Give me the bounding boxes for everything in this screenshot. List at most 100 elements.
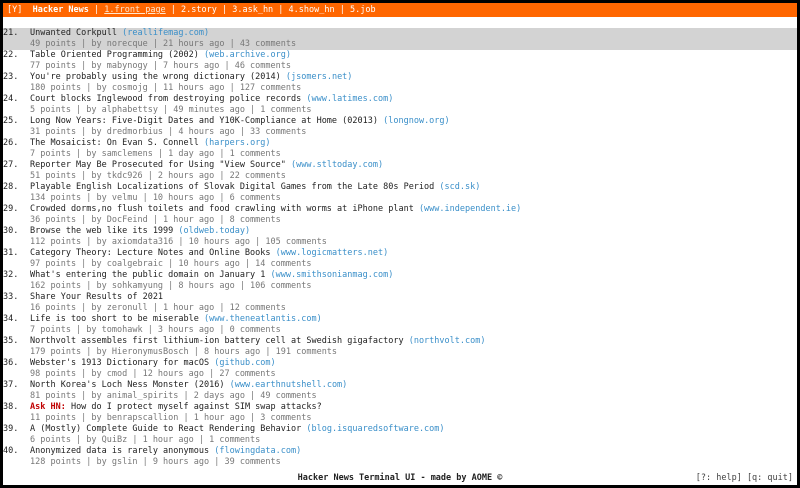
story-meta: 7 points | by tomohawk | 3 hours ago | 0… xyxy=(30,325,281,335)
story-meta: 128 points | by gslin | 9 hours ago | 39… xyxy=(30,457,281,467)
story-rank: 36. xyxy=(3,358,19,368)
story-title-line: 32. What's entering the public domain on … xyxy=(3,270,797,281)
story-meta: 134 points | by velmu | 10 hours ago | 6… xyxy=(30,193,281,203)
tab-front-page[interactable]: 1.front_page xyxy=(104,5,165,15)
story-row[interactable]: 25. Long Now Years: Five-Digit Dates and … xyxy=(3,116,797,138)
story-meta: 112 points | by axiomdata316 | 10 hours … xyxy=(30,237,327,247)
story-domain[interactable]: (www.latimes.com) xyxy=(306,94,393,104)
tab-job[interactable]: 5.job xyxy=(350,5,376,15)
tab-show-hn[interactable]: 4.show_hn xyxy=(289,5,335,15)
story-row[interactable]: 29. Crowded dorms,no flush toilets and fo… xyxy=(3,204,797,226)
story-meta: 36 points | by DocFeind | 1 hour ago | 8… xyxy=(30,215,281,225)
story-meta: 51 points | by tkdc926 | 2 hours ago | 2… xyxy=(30,171,286,181)
story-title[interactable]: North Korea's Loch Ness Monster (2016) xyxy=(30,380,224,390)
story-title[interactable]: Table Oriented Programming (2002) xyxy=(30,50,199,60)
story-title[interactable]: A (Mostly) Complete Guide to React Rende… xyxy=(30,424,301,434)
story-row[interactable]: 35. Northvolt assembles first lithium-ion… xyxy=(3,336,797,358)
story-title[interactable]: Northvolt assembles first lithium-ion ba… xyxy=(30,336,404,346)
story-title-line: 24. Court blocks Inglewood from destroyin… xyxy=(3,94,797,105)
story-meta: 5 points | by alphabettsy | 49 minutes a… xyxy=(30,105,312,115)
story-row[interactable]: 22. Table Oriented Programming (2002) (we… xyxy=(3,50,797,72)
story-meta: 179 points | by HieronymusBosch | 8 hour… xyxy=(30,347,338,357)
story-title[interactable]: Long Now Years: Five-Digit Dates and Y10… xyxy=(30,116,378,126)
story-domain[interactable]: (github.com) xyxy=(214,358,275,368)
story-title-line: 27. Reporter May Be Prosecuted for Using … xyxy=(3,160,797,171)
story-title[interactable]: Reporter May Be Prosecuted for Using "Vi… xyxy=(30,160,286,170)
story-title-line: 31. Category Theory: Lecture Notes and On… xyxy=(3,248,797,259)
story-domain[interactable]: (flowingdata.com) xyxy=(214,446,301,456)
story-domain[interactable]: (northvolt.com) xyxy=(409,336,486,346)
story-row[interactable]: 28. Playable English Localizations of Slo… xyxy=(3,182,797,204)
story-rank: 40. xyxy=(3,446,19,456)
story-title[interactable]: Crowded dorms,no flush toilets and food … xyxy=(30,204,414,214)
story-title[interactable]: Category Theory: Lecture Notes and Onlin… xyxy=(30,248,271,258)
story-domain[interactable]: (jsomers.net) xyxy=(286,72,353,82)
story-title[interactable]: Share Your Results of 2021 xyxy=(30,292,163,302)
story-title[interactable]: You're probably using the wrong dictiona… xyxy=(30,72,281,82)
story-meta: 16 points | by zeronull | 1 hour ago | 1… xyxy=(30,303,286,313)
terminal-window: [Y] Hacker News | 1.front_page | 2.story… xyxy=(3,3,797,485)
story-title[interactable]: The Mosaicist: On Evan S. Connell xyxy=(30,138,199,148)
story-domain[interactable]: (scd.sk) xyxy=(439,182,480,192)
story-title[interactable]: What's entering the public domain on Jan… xyxy=(30,270,265,280)
story-row[interactable]: 30. Browse the web like its 1999 (oldweb.… xyxy=(3,226,797,248)
story-row[interactable]: 24. Court blocks Inglewood from destroyin… xyxy=(3,94,797,116)
tab-story[interactable]: 2.story xyxy=(181,5,217,15)
story-rank: 30. xyxy=(3,226,19,236)
story-domain[interactable]: (www.earthnutshell.com) xyxy=(230,380,348,390)
story-domain[interactable]: (blog.isquaredsoftware.com) xyxy=(306,424,444,434)
story-row[interactable]: 38. Ask HN: How do I protect myself again… xyxy=(3,402,797,424)
story-title[interactable]: Browse the web like its 1999 xyxy=(30,226,173,236)
story-row[interactable]: 40. Anonymized data is rarely anonymous (… xyxy=(3,446,797,468)
story-rank: 28. xyxy=(3,182,19,192)
story-domain[interactable]: (www.stltoday.com) xyxy=(291,160,383,170)
story-rank: 35. xyxy=(3,336,19,346)
story-domain[interactable]: (oldweb.today) xyxy=(178,226,250,236)
story-title[interactable]: Anonymized data is rarely anonymous xyxy=(30,446,209,456)
story-row[interactable]: 33. Share Your Results of 2021 16 points |… xyxy=(3,292,797,314)
story-row[interactable]: 23. You're probably using the wrong dicti… xyxy=(3,72,797,94)
story-domain[interactable]: (harpers.org) xyxy=(204,138,271,148)
story-meta: 6 points | by QuiBz | 1 hour ago | 1 com… xyxy=(30,435,261,445)
story-title[interactable]: Unwanted Corkpull xyxy=(30,28,117,38)
story-title-line: 33. Share Your Results of 2021 xyxy=(3,292,797,303)
story-title-line: 30. Browse the web like its 1999 (oldweb.… xyxy=(3,226,797,237)
story-row[interactable]: 39. A (Mostly) Complete Guide to React Re… xyxy=(3,424,797,446)
story-title-line: 28. Playable English Localizations of Slo… xyxy=(3,182,797,193)
story-title[interactable]: Court blocks Inglewood from destroying p… xyxy=(30,94,301,104)
story-title-line: 39. A (Mostly) Complete Guide to React Re… xyxy=(3,424,797,435)
story-domain[interactable]: (longnow.org) xyxy=(383,116,450,126)
story-row[interactable]: 21. Unwanted Corkpull (reallifemag.com) 49… xyxy=(3,28,797,50)
story-meta: 180 points | by cosmojg | 11 hours ago |… xyxy=(30,83,302,93)
story-domain[interactable]: (reallifemag.com) xyxy=(122,28,209,38)
story-row[interactable]: 32. What's entering the public domain on … xyxy=(3,270,797,292)
story-domain[interactable]: (www.theneatlantis.com) xyxy=(204,314,322,324)
story-row[interactable]: 34. Life is too short to be miserable (ww… xyxy=(3,314,797,336)
story-list: 21. Unwanted Corkpull (reallifemag.com) 49… xyxy=(3,28,797,468)
story-rank: 37. xyxy=(3,380,19,390)
story-domain[interactable]: (www.independent.ie) xyxy=(419,204,521,214)
story-domain[interactable]: (www.logicmatters.net) xyxy=(276,248,389,258)
story-row[interactable]: 26. The Mosaicist: On Evan S. Connell (ha… xyxy=(3,138,797,160)
story-domain[interactable]: (web.archive.org) xyxy=(204,50,291,60)
story-title[interactable]: Playable English Localizations of Slovak… xyxy=(30,182,434,192)
story-row[interactable]: 36. Webster's 1913 Dictionary for macOS (… xyxy=(3,358,797,380)
tab-ask-hn[interactable]: 3.ask_hn xyxy=(232,5,273,15)
help-key[interactable]: [?: help] xyxy=(696,473,742,483)
story-rank: 22. xyxy=(3,50,19,60)
story-row[interactable]: 27. Reporter May Be Prosecuted for Using … xyxy=(3,160,797,182)
story-title[interactable]: Webster's 1913 Dictionary for macOS xyxy=(30,358,209,368)
quit-key[interactable]: [q: quit] xyxy=(747,473,793,483)
ask-hn-prefix: Ask HN: xyxy=(30,402,66,412)
story-row[interactable]: 37. North Korea's Loch Ness Monster (2016… xyxy=(3,380,797,402)
story-title-line: 35. Northvolt assembles first lithium-ion… xyxy=(3,336,797,347)
story-domain[interactable]: (www.smithsonianmag.com) xyxy=(271,270,394,280)
story-title[interactable]: How do I protect myself against SIM swap… xyxy=(66,402,322,412)
story-rank: 38. xyxy=(3,402,19,412)
story-title-line: 21. Unwanted Corkpull (reallifemag.com) xyxy=(3,28,797,39)
story-title-line: 38. Ask HN: How do I protect myself again… xyxy=(3,402,797,413)
story-title[interactable]: Life is too short to be miserable xyxy=(30,314,199,324)
story-title-line: 36. Webster's 1913 Dictionary for macOS (… xyxy=(3,358,797,369)
status-bar: Hacker News Terminal UI - made by AOME ©… xyxy=(3,471,797,485)
story-row[interactable]: 31. Category Theory: Lecture Notes and On… xyxy=(3,248,797,270)
